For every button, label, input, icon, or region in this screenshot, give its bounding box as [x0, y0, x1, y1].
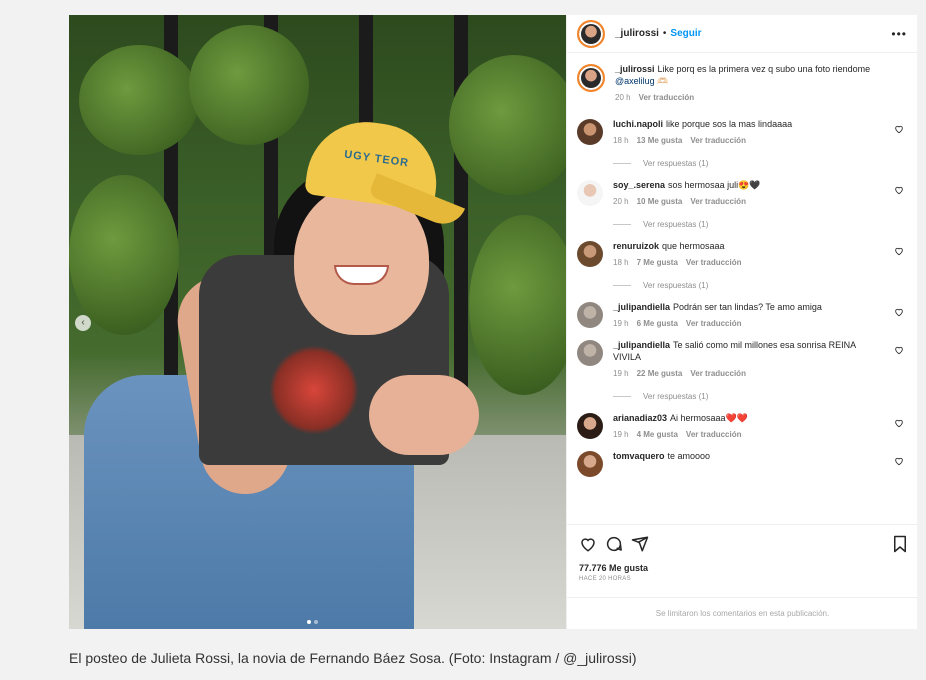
avatar[interactable]: [577, 119, 603, 145]
comments-limited-notice: Se limitaron los comentarios en esta pub…: [567, 597, 918, 629]
heart-icon[interactable]: [894, 124, 904, 134]
comment-text: sos hermosaa juli😍🖤: [668, 180, 761, 190]
foliage: [469, 215, 566, 395]
avatar[interactable]: [577, 340, 603, 366]
view-replies-button[interactable]: Ver respuestas (1): [613, 159, 884, 168]
avatar[interactable]: [577, 64, 605, 92]
heart-icon[interactable]: [579, 535, 597, 553]
comment-time: 19 h: [613, 319, 629, 328]
foliage: [69, 175, 179, 335]
share-icon[interactable]: [631, 535, 649, 553]
foliage: [79, 45, 199, 155]
comment-text: Podrán ser tan lindas? Te amo amiga: [673, 302, 822, 312]
comment-time: 19 h: [613, 369, 629, 378]
translate-link[interactable]: Ver traducción: [690, 369, 746, 378]
avatar[interactable]: [577, 180, 603, 206]
comment-likes[interactable]: 7 Me gusta: [637, 258, 678, 267]
view-replies-label: Ver respuestas (1): [643, 281, 709, 290]
carousel-dot: [314, 620, 318, 624]
heart-icon[interactable]: [894, 345, 904, 355]
post-image[interactable]: UGY TEOR: [69, 15, 566, 629]
heart-icon[interactable]: [894, 307, 904, 317]
comment-username[interactable]: _julipandiella: [613, 340, 670, 350]
post-header: _julirossi • Seguir •••: [567, 15, 917, 53]
comment-username[interactable]: soy_.serena: [613, 180, 665, 190]
avatar[interactable]: [577, 451, 603, 477]
comment-username[interactable]: luchi.napoli: [613, 119, 663, 129]
translate-link[interactable]: Ver traducción: [690, 136, 746, 145]
comment-time: 18 h: [613, 258, 629, 267]
comment: _julipandiella Podrán ser tan lindas? Te …: [577, 301, 908, 328]
chevron-left-icon[interactable]: ‹: [75, 315, 91, 331]
shirt-print: [269, 345, 359, 435]
foliage: [189, 25, 309, 145]
comment-time: 20 h: [613, 197, 629, 206]
comment-text: que hermosaaa: [662, 241, 725, 251]
comment-username[interactable]: arianadiaz03: [613, 413, 667, 423]
comment-likes[interactable]: 10 Me gusta: [637, 197, 683, 206]
action-bar: [567, 525, 918, 553]
comment: arianadiaz03 Ai hermosaaa❤️❤️ 19 h 4 Me g…: [577, 412, 908, 439]
heart-icon[interactable]: [894, 418, 904, 428]
view-replies-label: Ver respuestas (1): [643, 392, 709, 401]
author-username[interactable]: _julirossi: [615, 28, 659, 39]
comment: tomvaquero te amoooo: [577, 450, 908, 477]
separator: •: [662, 28, 667, 39]
likes-count[interactable]: 77.776 Me gusta: [567, 553, 918, 573]
translate-link[interactable]: Ver traducción: [686, 319, 742, 328]
carousel-dot: [307, 620, 311, 624]
carousel-dots: [307, 620, 318, 624]
caption-emoji: 🫶🏻: [657, 76, 669, 86]
avatar[interactable]: [577, 413, 603, 439]
avatar[interactable]: [577, 241, 603, 267]
caption-text: Like porq es la primera vez q subo una f…: [657, 64, 871, 74]
comment-likes[interactable]: 22 Me gusta: [637, 369, 683, 378]
avatar[interactable]: [577, 302, 603, 328]
caption-username[interactable]: _julirossi: [615, 64, 655, 74]
comment-likes[interactable]: 13 Me gusta: [637, 136, 683, 145]
comment: renuruizok que hermosaaa 18 h 7 Me gusta …: [577, 240, 908, 290]
comment: luchi.napoli like porque sos la mas linda…: [577, 118, 908, 168]
view-replies-button[interactable]: Ver respuestas (1): [613, 392, 884, 401]
view-replies-button[interactable]: Ver respuestas (1): [613, 220, 884, 229]
heart-icon[interactable]: [894, 185, 904, 195]
mention-link[interactable]: @axelilug: [615, 76, 655, 86]
comment: soy_.serena sos hermosaa juli😍🖤 20 h 10 M…: [577, 179, 908, 229]
comment-text: te amoooo: [667, 451, 711, 461]
post-age: HACE 20 HORAS: [579, 576, 631, 582]
heart-icon[interactable]: [894, 456, 904, 466]
caption: _julirossi Like porq es la primera vez q …: [577, 63, 908, 102]
view-replies-label: Ver respuestas (1): [643, 159, 709, 168]
comment-likes[interactable]: 4 Me gusta: [637, 430, 678, 439]
translate-link[interactable]: Ver traducción: [639, 93, 695, 102]
translate-link[interactable]: Ver traducción: [686, 430, 742, 439]
avatar[interactable]: [577, 19, 605, 48]
bookmark-icon[interactable]: [892, 535, 908, 553]
comment-icon[interactable]: [605, 535, 623, 553]
view-replies-label: Ver respuestas (1): [643, 220, 709, 229]
comment-username[interactable]: tomvaquero: [613, 451, 665, 461]
actions-section: 77.776 Me gusta HACE 20 HORAS Se limitar…: [567, 524, 918, 629]
translate-link[interactable]: Ver traducción: [686, 258, 742, 267]
view-replies-button[interactable]: Ver respuestas (1): [613, 281, 884, 290]
comments-list[interactable]: _julirossi Like porq es la primera vez q …: [567, 53, 918, 523]
comment-time: 19 h: [613, 430, 629, 439]
comment-username[interactable]: renuruizok: [613, 241, 659, 251]
caption-time: 20 h: [615, 93, 631, 102]
figure-caption: El posteo de Julieta Rossi, la novia de …: [69, 650, 637, 666]
comment-time: 18 h: [613, 136, 629, 145]
post-panel: _julirossi • Seguir ••• _julirossi Like p…: [566, 15, 918, 629]
comment-text: Ai hermosaaa❤️❤️: [670, 413, 748, 423]
comment: _julipandiella Te salió como mil millones…: [577, 339, 908, 401]
translate-link[interactable]: Ver traducción: [690, 197, 746, 206]
more-icon[interactable]: •••: [891, 27, 907, 41]
heart-icon[interactable]: [894, 246, 904, 256]
comment-likes[interactable]: 6 Me gusta: [637, 319, 678, 328]
comment-username[interactable]: _julipandiella: [613, 302, 670, 312]
comment-text: like porque sos la mas lindaaaa: [666, 119, 793, 129]
hands: [369, 375, 479, 455]
follow-button[interactable]: Seguir: [670, 28, 701, 39]
